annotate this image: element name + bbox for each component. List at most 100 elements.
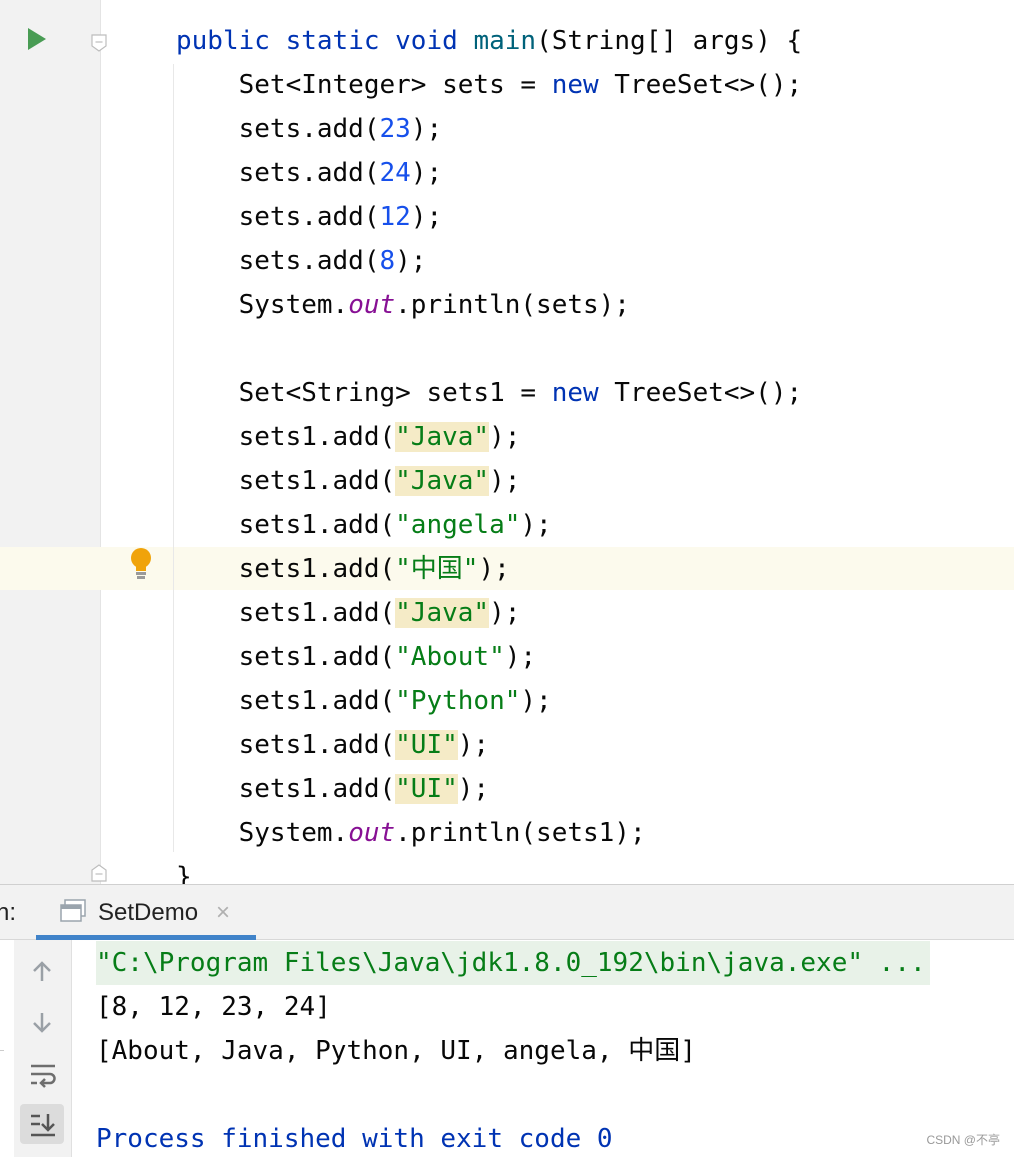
code-token: .println(sets); (395, 290, 630, 320)
arrow-up-button[interactable] (20, 952, 64, 992)
code-token: "Python" (395, 686, 521, 716)
code-token: ); (504, 642, 537, 672)
code-token: sets.add( (176, 202, 380, 232)
fold-end-icon[interactable] (91, 864, 107, 882)
code-editor[interactable]: public static void main(String[] args) {… (0, 0, 1014, 884)
console-command-line: "C:\Program Files\Java\jdk1.8.0_192\bin\… (96, 941, 930, 985)
code-line: sets1.add("Java"); (176, 415, 520, 459)
code-token: ); (489, 422, 521, 452)
code-token: ); (478, 554, 510, 584)
code-token: ); (410, 202, 443, 232)
code-token: sets.add( (176, 246, 380, 276)
console-output-line: [About, Java, Python, UI, angela, 中国] (96, 1036, 696, 1066)
code-line: sets1.add("UI"); (176, 767, 489, 811)
code-token: ); (520, 686, 552, 716)
code-line: sets.add(24); (176, 151, 443, 195)
code-line: System.out.println(sets); (176, 283, 630, 327)
code-token: ); (457, 774, 490, 804)
code-line: sets1.add("中国"); (176, 547, 511, 591)
code-line: sets.add(23); (176, 107, 443, 151)
code-token: main (473, 26, 537, 56)
code-token: sets.add( (176, 114, 380, 144)
code-token: static (285, 26, 380, 56)
code-token: new (551, 378, 599, 408)
run-panel-toolbar (14, 940, 72, 1157)
fold-start-icon[interactable] (91, 34, 107, 52)
code-line: sets.add(8); (176, 239, 427, 283)
run-tool-window: n: SetDemo × "C:\Program Files\Java\jdk1… (0, 884, 1014, 1157)
indent-guide (173, 64, 174, 852)
code-line: sets1.add("About"); (176, 635, 536, 679)
code-line: } (176, 855, 192, 884)
code-token: sets1.add( (176, 598, 396, 628)
watermark: CSDN @不亭 (926, 1133, 1000, 1147)
code-token: 24 (379, 158, 411, 188)
code-token: out (348, 290, 396, 320)
code-token: .println(sets1); (395, 818, 646, 848)
code-token: "About" (395, 642, 505, 672)
code-token: 12 (379, 202, 411, 232)
console-exit-line: Process finished with exit code 0 (96, 1124, 613, 1154)
code-line: sets1.add("Java"); (176, 591, 520, 635)
code-token: sets1.add( (176, 554, 396, 584)
editor-gutter (0, 0, 101, 884)
console-icon (60, 899, 86, 922)
code-line: sets.add(12); (176, 195, 443, 239)
code-token: ); (457, 730, 490, 760)
code-token: sets1.add( (176, 774, 396, 804)
code-token: sets1.add( (176, 466, 396, 496)
code-line: Set<String> sets1 = new TreeSet<>(); (176, 371, 803, 415)
code-token: "angela" (395, 510, 521, 540)
code-token: ); (520, 510, 552, 540)
intention-bulb-icon[interactable] (128, 547, 154, 581)
code-line: sets1.add("Python"); (176, 679, 552, 723)
code-token: out (348, 818, 396, 848)
arrow-down-icon (33, 1013, 51, 1033)
code-token: ); (410, 158, 443, 188)
code-token: Set<String> sets1 = (176, 378, 552, 408)
code-token: ); (395, 246, 427, 276)
code-token: new (551, 70, 599, 100)
code-token: 8 (379, 246, 396, 276)
console-output-line: [8, 12, 23, 24] (96, 992, 331, 1022)
code-token: 23 (379, 114, 411, 144)
run-panel-header: n: SetDemo × (0, 885, 1014, 940)
code-token: "Java" (395, 598, 490, 628)
panel-edge-marker (0, 1050, 4, 1051)
code-line: sets1.add("angela"); (176, 503, 552, 547)
code-token: "Java" (395, 466, 490, 496)
arrow-down-button[interactable] (20, 1002, 64, 1042)
code-token: sets1.add( (176, 510, 396, 540)
code-token: ); (489, 598, 521, 628)
close-tab-icon[interactable]: × (216, 899, 230, 927)
code-token: TreeSet<>(); (598, 378, 803, 408)
code-token: Set<Integer> sets = (176, 70, 552, 100)
code-token: public (176, 26, 270, 56)
code-token: void (395, 26, 458, 56)
code-token: sets.add( (176, 158, 380, 188)
code-token: sets1.add( (176, 730, 396, 760)
code-token: (String[] args) { (536, 26, 803, 56)
code-token: ); (489, 466, 521, 496)
tab-setdemo[interactable]: SetDemo × (36, 885, 256, 940)
soft-wrap-button[interactable] (20, 1054, 64, 1094)
code-line: public static void main(String[] args) { (176, 19, 802, 63)
code-token: "UI" (395, 730, 458, 760)
code-line: Set<Integer> sets = new TreeSet<>(); (176, 63, 803, 107)
code-token: System. (176, 818, 349, 848)
arrow-up-icon (33, 961, 51, 981)
scroll-to-end-button[interactable] (20, 1104, 64, 1144)
run-main-icon[interactable] (28, 28, 46, 50)
code-token: ); (410, 114, 443, 144)
code-token: sets1.add( (176, 642, 396, 672)
code-line: sets1.add("UI"); (176, 723, 489, 767)
code-token: "UI" (395, 774, 458, 804)
scroll-to-end-icon (31, 1114, 55, 1137)
code-token: } (176, 862, 192, 884)
code-line: sets1.add("Java"); (176, 459, 520, 503)
run-panel-label: n: (0, 899, 17, 926)
code-token: System. (176, 290, 349, 320)
